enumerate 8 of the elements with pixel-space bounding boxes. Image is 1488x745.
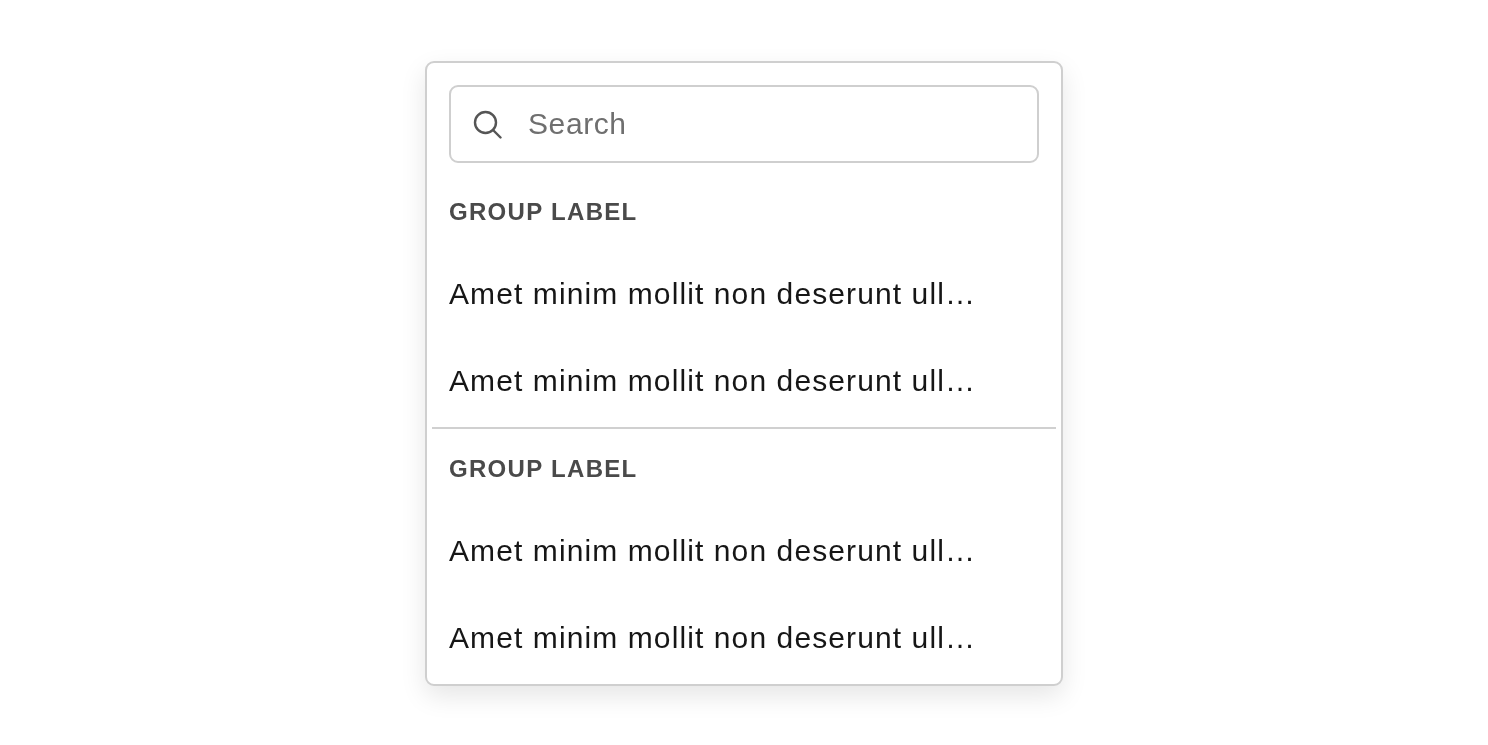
menu-item[interactable]: Amet minim mollit non deserunt ull… xyxy=(432,594,1056,681)
search-icon xyxy=(473,110,502,139)
menu-item[interactable]: Amet minim mollit non deserunt ull… xyxy=(432,250,1056,337)
menu-item[interactable]: Amet minim mollit non deserunt ull… xyxy=(432,337,1056,424)
group-label: GROUP LABEL xyxy=(449,198,638,226)
group-label: GROUP LABEL xyxy=(449,455,638,483)
menu-item[interactable]: Amet minim mollit non deserunt ull… xyxy=(432,507,1056,594)
search-field[interactable]: Search xyxy=(449,85,1039,163)
